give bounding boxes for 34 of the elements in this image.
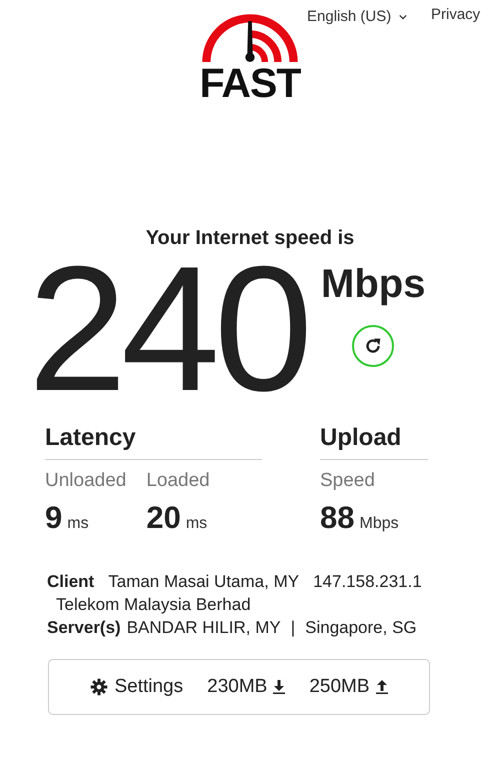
metric-value: 20 xyxy=(146,500,181,536)
speed-value: 240 xyxy=(28,254,307,404)
upload-icon xyxy=(376,680,388,694)
speed-heading: Your Internet speed is xyxy=(144,227,356,250)
metric-label: Unloaded xyxy=(45,470,126,492)
fast-logo[interactable]: FAST xyxy=(198,8,302,102)
metric-label: Speed xyxy=(320,470,376,492)
server-location: BANDAR HILIR, MY xyxy=(126,617,281,639)
settings-bar[interactable]: Settings 230MB 250MB xyxy=(48,659,430,715)
refresh-button[interactable] xyxy=(352,325,394,367)
privacy-link[interactable]: Privacy xyxy=(431,6,480,23)
client-label: Client xyxy=(47,571,94,593)
metric-value: 88 xyxy=(320,500,354,536)
servers-label: Server(s) xyxy=(47,617,121,639)
settings-label: Settings xyxy=(114,676,184,698)
language-selector[interactable]: English (US) xyxy=(307,8,408,25)
server-location: Singapore, SG xyxy=(305,617,417,639)
metric-unit: ms xyxy=(186,515,208,533)
separator: | xyxy=(290,617,296,639)
download-size: 230MB xyxy=(207,676,268,698)
client-ip: 147.158.231.1 xyxy=(313,571,422,593)
metric-title: Upload xyxy=(320,424,428,460)
metric-value: 9 xyxy=(45,500,62,536)
metric-unit: ms xyxy=(67,515,89,533)
metric-label: Loaded xyxy=(146,470,210,492)
metric-title: Latency xyxy=(45,424,262,460)
upload-size: 250MB xyxy=(309,676,370,698)
client-isp: Telekom Malaysia Berhad xyxy=(56,594,251,616)
download-icon xyxy=(273,680,286,694)
speed-unit: Mbps xyxy=(321,262,426,307)
settings-icon xyxy=(90,678,108,696)
client-location: Taman Masai Utama, MY xyxy=(108,571,300,593)
chevron-down-icon xyxy=(399,14,408,20)
metric-unit: Mbps xyxy=(359,515,399,533)
